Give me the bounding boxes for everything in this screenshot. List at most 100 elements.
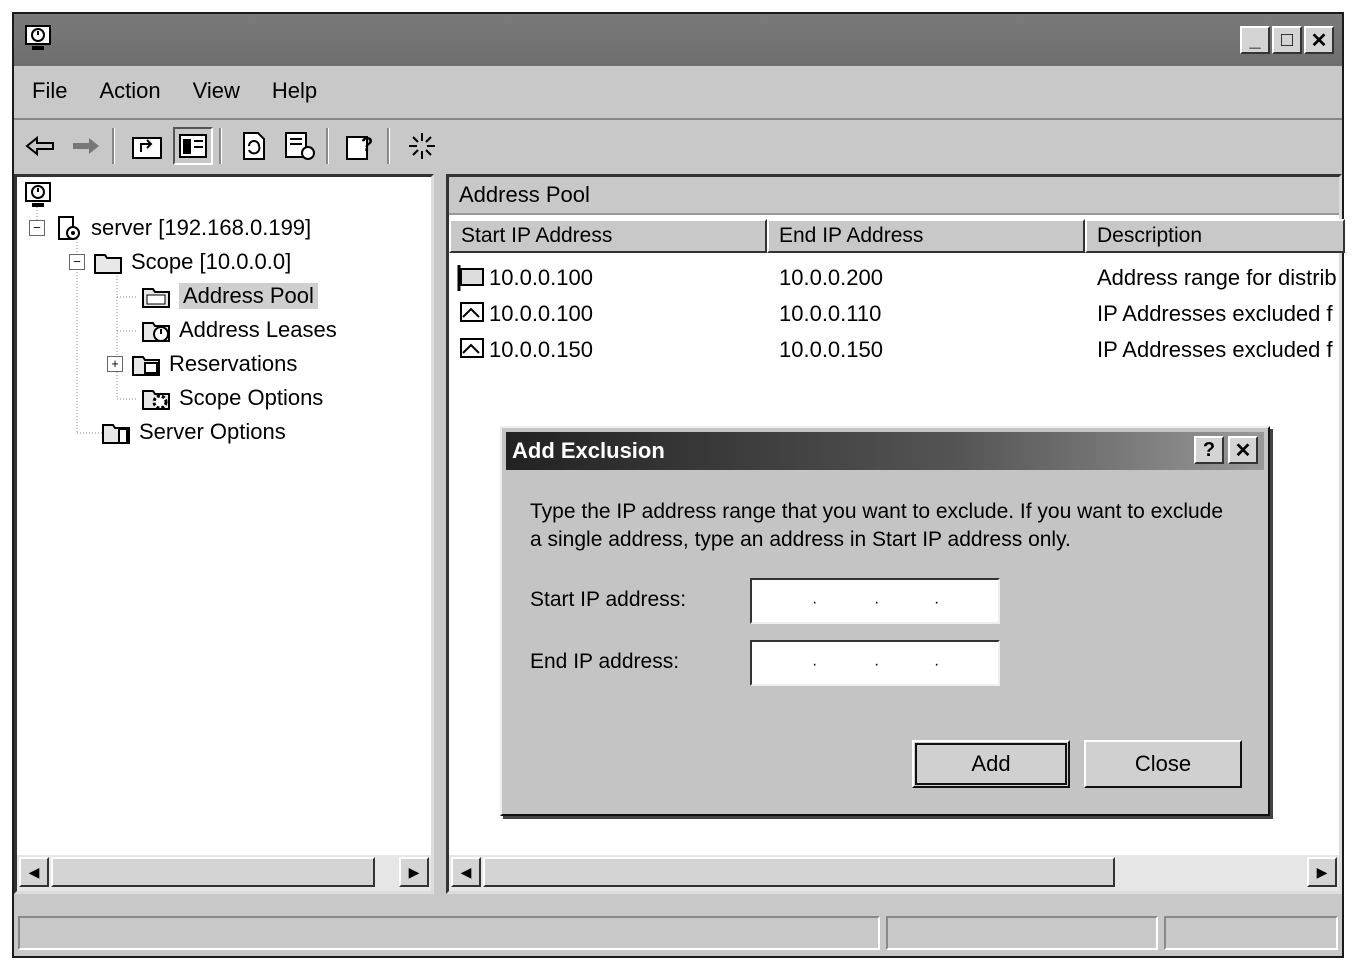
minimize-icon: _ — [1249, 28, 1261, 51]
menu-file[interactable]: File — [32, 76, 67, 106]
status-bar — [14, 912, 1342, 956]
collapse-icon[interactable]: − — [29, 220, 45, 236]
table-row[interactable]: 10.0.0.100 10.0.0.110 IP Addresses exclu… — [449, 297, 1339, 331]
column-header-end-ip[interactable]: End IP Address — [767, 219, 1085, 253]
maximize-icon: □ — [1280, 28, 1294, 51]
console-tree: − server [192.168.0.199] − Scope [10.0.0… — [14, 174, 434, 894]
tree-label-reservations: Reservations — [169, 351, 298, 376]
back-button[interactable] — [20, 127, 60, 165]
ip-dot: · — [812, 594, 818, 611]
dialog-close-x-button[interactable]: ✕ — [1228, 436, 1258, 464]
show-hide-tree-icon — [179, 134, 207, 158]
dhcp-app-icon — [25, 25, 51, 50]
server-options-icon — [102, 424, 130, 444]
tree-label-scope-options: Scope Options — [179, 385, 324, 410]
ip-dot: · — [934, 656, 940, 673]
scroll-right-button[interactable]: ▶ — [399, 857, 429, 887]
excluded-range-icon — [460, 302, 484, 322]
up-level-icon — [132, 137, 162, 159]
export-list-button[interactable] — [280, 127, 320, 165]
ip-dot: · — [874, 594, 880, 611]
scroll-left-button[interactable]: ◀ — [451, 857, 481, 887]
scroll-right-button[interactable]: ▶ — [1307, 857, 1337, 887]
dialog-title: Add Exclusion — [512, 438, 665, 463]
toolbar: ? — [14, 118, 1342, 172]
menu-help[interactable]: Help — [272, 76, 317, 106]
cell-start-ip: 10.0.0.100 — [489, 301, 593, 326]
back-icon — [25, 135, 54, 157]
server-icon — [58, 216, 80, 240]
dhcp-activity-button[interactable] — [402, 127, 442, 165]
refresh-icon — [243, 132, 265, 160]
cell-description: IP Addresses excluded f — [1097, 301, 1333, 326]
tree-node-address-pool[interactable]: Address Pool — [141, 283, 318, 309]
right-horizontal-scrollbar[interactable]: ◀ ▶ — [449, 855, 1339, 891]
status-panel — [886, 916, 1158, 950]
excluded-range-icon — [460, 338, 484, 358]
triangle-right-icon: ▶ — [408, 863, 420, 880]
triangle-left-icon: ◀ — [28, 863, 40, 880]
tree-node-server-options[interactable]: Server Options — [101, 419, 286, 445]
dialog-help-button[interactable]: ? — [1194, 436, 1224, 464]
cell-end-ip: 10.0.0.200 — [779, 265, 883, 290]
cell-start-ip: 10.0.0.150 — [489, 337, 593, 362]
ip-dot: · — [812, 656, 818, 673]
start-ip-field[interactable]: · · · — [750, 578, 1000, 624]
tree-node-address-leases[interactable]: Address Leases — [141, 317, 337, 343]
refresh-button[interactable] — [234, 127, 274, 165]
end-ip-field[interactable]: · · · — [750, 640, 1000, 686]
help-button[interactable]: ? — [341, 127, 381, 165]
tree-label-server-options: Server Options — [139, 419, 286, 444]
reservations-icon — [132, 356, 160, 376]
export-list-icon — [285, 132, 315, 160]
close-icon: ✕ — [1310, 29, 1328, 52]
tree-node-reservations[interactable]: + Reservations — [107, 351, 297, 377]
cell-start-ip: 10.0.0.100 — [489, 265, 593, 290]
title-bar: _ □ ✕ — [14, 14, 1342, 66]
scroll-thumb[interactable] — [51, 857, 375, 887]
collapse-icon[interactable]: − — [69, 254, 85, 270]
table-row[interactable]: 10.0.0.150 10.0.0.150 IP Addresses exclu… — [449, 333, 1339, 367]
menu-view[interactable]: View — [193, 76, 240, 106]
close-window-button[interactable]: ✕ — [1304, 26, 1334, 54]
maximize-button[interactable]: □ — [1272, 26, 1302, 54]
minimize-button[interactable]: _ — [1240, 26, 1270, 54]
table-row[interactable]: 10.0.0.100 10.0.0.200 Address range for … — [449, 261, 1339, 295]
dialog-instructions: Type the IP address range that you want … — [530, 500, 1224, 551]
scope-options-icon — [142, 390, 170, 410]
add-button[interactable]: Add — [912, 740, 1070, 788]
ip-dot: · — [874, 656, 880, 673]
folder-icon — [94, 254, 122, 274]
address-leases-icon — [142, 322, 170, 342]
tree-node-scope-options[interactable]: Scope Options — [141, 385, 323, 411]
cell-description: IP Addresses excluded f — [1097, 337, 1333, 362]
end-ip-label: End IP address: — [530, 650, 680, 673]
toolbar-separator — [387, 128, 390, 164]
toolbar-separator — [112, 128, 115, 164]
scroll-thumb[interactable] — [483, 857, 1115, 887]
tree-node-scope[interactable]: − Scope [10.0.0.0] — [69, 249, 291, 275]
menu-bar: File Action View Help — [14, 66, 1342, 116]
expand-icon[interactable]: + — [107, 356, 123, 372]
triangle-right-icon: ▶ — [1316, 863, 1328, 880]
scroll-left-button[interactable]: ◀ — [19, 857, 49, 887]
toolbar-separator — [219, 128, 222, 164]
left-horizontal-scrollbar[interactable]: ◀ ▶ — [17, 855, 431, 891]
tree-label-address-pool: Address Pool — [179, 283, 318, 309]
tree-label-server: server [192.168.0.199] — [91, 215, 312, 240]
dialog-title-bar: Add Exclusion — [506, 432, 1264, 470]
start-ip-label: Start IP address: — [530, 588, 687, 611]
show-hide-tree-button[interactable] — [173, 127, 213, 165]
up-level-button[interactable] — [127, 127, 167, 165]
close-button[interactable]: Close — [1084, 740, 1242, 788]
tree-node-server[interactable]: − server [192.168.0.199] — [29, 215, 311, 241]
help-icon: ? — [346, 134, 373, 160]
status-panel — [18, 916, 880, 950]
menu-action[interactable]: Action — [99, 76, 160, 106]
toolbar-separator — [326, 128, 329, 164]
column-header-description[interactable]: Description — [1085, 219, 1345, 253]
triangle-left-icon: ◀ — [460, 863, 472, 880]
column-header-start-ip[interactable]: Start IP Address — [449, 219, 767, 253]
forward-button[interactable] — [66, 127, 106, 165]
close-icon: ✕ — [1234, 439, 1252, 462]
